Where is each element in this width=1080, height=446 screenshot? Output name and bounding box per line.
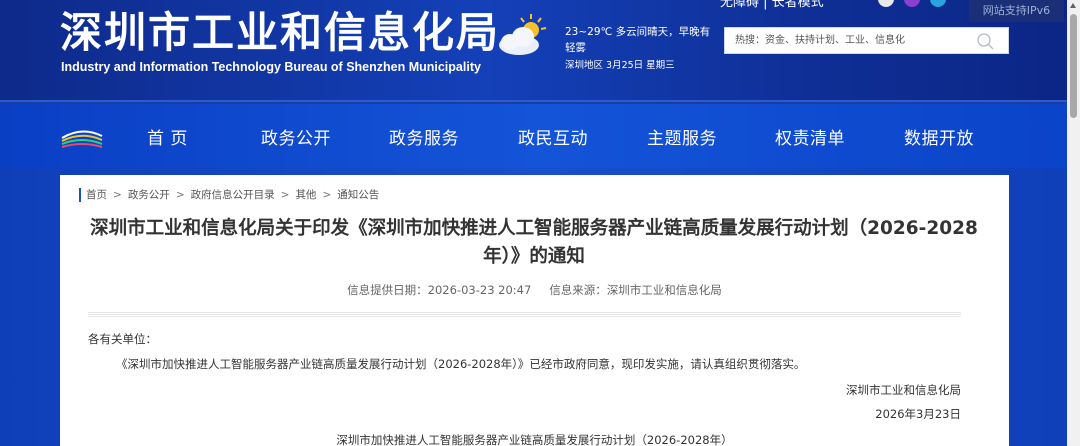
cloud-sun-icon [499,14,547,55]
search-box [724,27,1009,54]
article-title: 深圳市工业和信息化局关于印发《深圳市加快推进人工智能服务器产业链高质量发展行动计… [90,218,978,267]
page-scrollbar[interactable] [1067,0,1080,446]
scroll-thumb[interactable] [1070,14,1077,118]
article-meta: 信息提供日期：2026-03-23 20:47 信息来源：深圳市工业和信息化局 [60,282,1009,298]
article-body: 《深圳市加快推进人工智能服务器产业链高质量发展行动计划（2026-2028年）》… [116,357,806,371]
breadcrumb-separator: > [280,189,290,201]
meta-source: 深圳市工业和信息化局 [606,283,722,297]
ipv6-badge: 网站支持IPv6 [969,0,1064,22]
breadcrumb-separator: > [322,189,332,201]
scroll-up-arrow-icon[interactable] [1070,3,1076,8]
site-title-en[interactable]: Industry and Information Technology Bure… [61,60,481,74]
divider [88,311,961,317]
weather-forecast: 23~29℃ 多云间晴天，早晚有轻雾 [565,26,711,54]
breadcrumb: 首页 > 政务公开 > 政府信息公开目录 > 其他 > 通知公告 [79,188,379,202]
breadcrumb-notices[interactable]: 通知公告 [337,189,379,201]
attachment-title: 深圳市加快推进人工智能服务器产业链高质量发展行动计划（2026-2028年） [336,433,733,446]
breadcrumb-catalog[interactable]: 政府信息公开目录 [191,189,275,201]
weather-date: 深圳地区 3月25日 星期三 [565,60,675,71]
meta-source-label: 信息来源： [549,283,607,297]
site-title-cn[interactable]: 深圳市工业和信息化局 [60,6,500,60]
nav-home[interactable]: 首 页 [147,124,188,149]
article-sign-date: 2026年3月23日 [875,407,961,421]
article-panel: 首页 > 政务公开 > 政府信息公开目录 > 其他 > 通知公告 深圳市工业和信息化局关于印发《… [60,175,1009,446]
article-salutation: 各有关单位： [88,332,157,346]
app-icon[interactable] [930,0,946,7]
article-sign-org: 深圳市工业和信息化局 [846,383,961,397]
breadcrumb-other[interactable]: 其他 [295,189,316,201]
meta-date: 2026-03-23 20:47 [427,283,532,297]
wechat-icon[interactable] [904,0,920,7]
breadcrumb-separator: > [113,189,122,201]
top-links[interactable]: 无障碍 | 长者模式 [720,0,824,10]
breadcrumb-gov-open[interactable]: 政务公开 [128,189,170,201]
search-input[interactable] [735,28,975,53]
nav-data-open[interactable]: 数据开放 [904,124,974,149]
breadcrumb-home[interactable]: 首页 [86,189,107,201]
nav-responsibility-list[interactable]: 权责清单 [775,124,845,149]
top-icons [878,0,946,7]
nav-gov-services[interactable]: 政务服务 [389,124,459,149]
nav-interaction[interactable]: 政民互动 [518,124,588,149]
breadcrumb-separator: > [175,189,185,201]
meta-date-label: 信息提供日期： [347,283,428,297]
nav-theme-services[interactable]: 主题服务 [647,124,717,149]
main-nav: 首 页 政务公开 政务服务 政民互动 主题服务 权责清单 数据开放 [0,104,1080,168]
nav-gov-affairs-open[interactable]: 政务公开 [261,124,331,149]
site-logo-icon[interactable] [60,126,104,148]
site-header: 深圳市工业和信息化局 Industry and Information Tech… [0,0,1080,102]
search-icon[interactable] [976,32,994,50]
weibo-icon[interactable] [878,0,894,7]
